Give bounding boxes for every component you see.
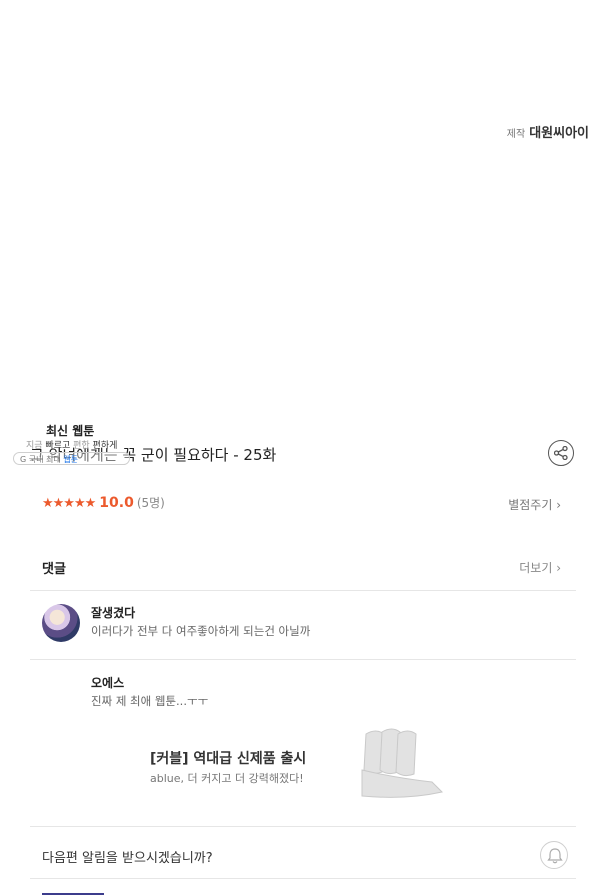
rating-stars: ★★★★★ xyxy=(42,496,96,511)
promo-sub-a: 지금 xyxy=(26,441,46,451)
promo-title[interactable]: 최신 웹툰 xyxy=(46,422,94,439)
share-icon xyxy=(554,446,568,460)
notify-bell-button[interactable] xyxy=(540,841,568,869)
divider xyxy=(30,659,576,660)
rating-row: ★★★★★ 10.0 (5명) xyxy=(42,494,165,511)
promo-sub-b: 빠르고 xyxy=(45,441,74,451)
producer-credit: 제작 대원씨아이 xyxy=(507,122,589,141)
promo-pill-badge: 웹툰 xyxy=(63,455,79,464)
ad-product-image[interactable] xyxy=(356,726,446,804)
promo-pill[interactable]: G 국내 최대 웹툰 xyxy=(13,452,130,465)
producer-name: 대원씨아이 xyxy=(529,126,589,141)
divider xyxy=(30,878,576,879)
comment-text: 이러다가 전부 다 여주좋아하게 되는건 아닐까 xyxy=(91,624,311,638)
comments-more-link[interactable]: 더보기 › xyxy=(519,559,561,576)
promo-sub-d: 편하게 xyxy=(92,441,118,451)
promo-subtitle: 지금 빠르고 편한 편하게 xyxy=(26,438,117,451)
comment-text: 진짜 제 최애 웹툰...ㅜㅜ xyxy=(91,694,209,708)
rate-button[interactable]: 별점주기 › xyxy=(508,496,561,513)
rating-score: 10.0 xyxy=(99,495,134,511)
avatar[interactable] xyxy=(42,604,80,642)
promo-sub-c: 편한 xyxy=(73,441,93,451)
producer-prefix: 제작 xyxy=(506,129,526,140)
ad-title[interactable]: [커블] 역대급 신제품 출시 xyxy=(150,748,306,768)
comment-user[interactable]: 오에스 xyxy=(91,674,124,691)
next-episode-notify-label: 다음편 알림을 받으시겠습니까? xyxy=(42,851,213,866)
ad-subtitle: ablue, 더 커지고 더 강력해졌다! xyxy=(150,772,304,785)
bell-icon xyxy=(547,848,563,864)
divider xyxy=(30,590,576,591)
comment-user[interactable]: 잘생겼다 xyxy=(91,604,135,621)
comments-header: 댓글 xyxy=(42,562,66,577)
share-button[interactable] xyxy=(548,440,574,466)
rating-count: (5명) xyxy=(136,496,165,510)
divider xyxy=(30,826,576,827)
promo-pill-text: G 국내 최대 xyxy=(20,455,64,464)
